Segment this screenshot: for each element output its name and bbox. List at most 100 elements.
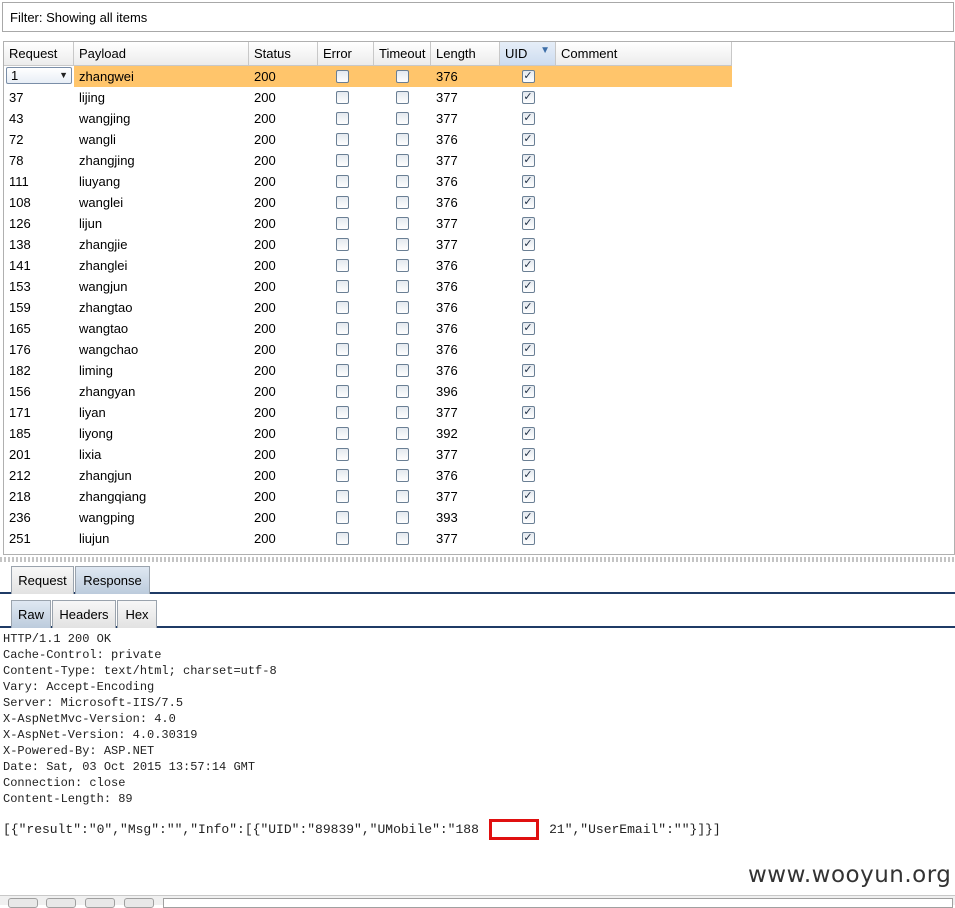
help-button[interactable] bbox=[8, 898, 38, 908]
table-row[interactable]: 141 zhanglei 200 376 ✓ bbox=[4, 255, 732, 276]
cell-request: 236 bbox=[9, 510, 31, 525]
next-button[interactable] bbox=[124, 898, 154, 908]
checkbox-unchecked bbox=[396, 154, 409, 167]
tab-response[interactable]: Response bbox=[75, 566, 150, 594]
cell-request: 165 bbox=[9, 321, 31, 336]
table-row[interactable]: 138 zhangjie 200 377 ✓ bbox=[4, 234, 732, 255]
checkmark-icon: ✓ bbox=[523, 238, 533, 250]
cell-error bbox=[318, 108, 374, 129]
cell-payload: zhangtao bbox=[79, 300, 133, 315]
checkbox-unchecked bbox=[335, 196, 349, 209]
table-row[interactable]: 156 zhangyan 200 396 ✓ bbox=[4, 381, 732, 402]
checkbox-checked: ✓ bbox=[521, 70, 535, 83]
table-row[interactable]: 201 lixia 200 377 ✓ bbox=[4, 444, 732, 465]
cell-comment bbox=[556, 381, 732, 402]
table-row[interactable]: 165 wangtao 200 376 ✓ bbox=[4, 318, 732, 339]
table-row[interactable]: 72 wangli 200 376 ✓ bbox=[4, 129, 732, 150]
table-row[interactable]: 185 liyong 200 392 ✓ bbox=[4, 423, 732, 444]
checkmark-icon: ✓ bbox=[523, 469, 533, 481]
split-pane-divider[interactable] bbox=[0, 557, 955, 562]
cell-status: 200 bbox=[254, 195, 276, 210]
cell-payload: liuyang bbox=[79, 174, 121, 189]
checkbox-unchecked bbox=[396, 112, 409, 125]
search-input[interactable] bbox=[163, 898, 953, 908]
checkbox-unchecked bbox=[335, 133, 349, 146]
cell-request: 126 bbox=[9, 216, 31, 231]
cell-error bbox=[318, 234, 374, 255]
cell-error bbox=[318, 381, 374, 402]
add-button[interactable] bbox=[85, 898, 115, 908]
table-row[interactable]: 212 zhangjun 200 376 ✓ bbox=[4, 465, 732, 486]
tab-headers[interactable]: Headers bbox=[52, 600, 116, 628]
request-editor-combo[interactable]: 1 ▼ bbox=[6, 67, 72, 84]
table-row[interactable]: 171 liyan 200 377 ✓ bbox=[4, 402, 732, 423]
prev-button[interactable] bbox=[46, 898, 76, 908]
table-row[interactable]: 111 liuyang 200 376 ✓ bbox=[4, 171, 732, 192]
cell-request: 138 bbox=[9, 237, 31, 252]
filter-bar[interactable]: Filter: Showing all items bbox=[2, 2, 954, 32]
cell-comment bbox=[556, 507, 732, 528]
cell-uid: ✓ bbox=[500, 150, 556, 171]
tab-request-label: Request bbox=[18, 573, 67, 588]
checkmark-icon: ✓ bbox=[523, 259, 533, 271]
cell-request: 37 bbox=[9, 90, 24, 105]
table-row[interactable]: 1 ▼ zhangwei 200 376 ✓ bbox=[4, 66, 732, 87]
table-row[interactable]: 176 wangchao 200 376 ✓ bbox=[4, 339, 732, 360]
cell-status: 200 bbox=[254, 510, 276, 525]
checkbox-unchecked bbox=[335, 280, 349, 293]
table-row[interactable]: 218 zhangqiang 200 377 ✓ bbox=[4, 486, 732, 507]
table-row[interactable]: 43 wangjing 200 377 ✓ bbox=[4, 108, 732, 129]
cell-uid: ✓ bbox=[500, 339, 556, 360]
cell-uid: ✓ bbox=[500, 234, 556, 255]
cell-request: 251 bbox=[9, 531, 31, 546]
checkbox-unchecked bbox=[335, 301, 349, 314]
cell-error bbox=[318, 66, 374, 87]
cell-comment bbox=[556, 297, 732, 318]
column-header-uid[interactable]: UID ▼ bbox=[500, 42, 556, 66]
checkmark-icon: ✓ bbox=[523, 154, 533, 166]
column-header-length[interactable]: Length bbox=[431, 42, 500, 66]
tab-raw[interactable]: Raw bbox=[11, 600, 51, 628]
cell-timeout bbox=[374, 66, 431, 87]
checkbox-unchecked bbox=[335, 322, 349, 335]
response-raw-view[interactable]: [{"result":"0","Msg":"","Info":[{"UID":"… bbox=[0, 630, 955, 895]
checkbox-checked: ✓ bbox=[521, 385, 535, 398]
checkbox-unchecked bbox=[396, 385, 409, 398]
tab-request[interactable]: Request bbox=[11, 566, 74, 594]
cell-status: 200 bbox=[254, 447, 276, 462]
filter-text: Filter: Showing all items bbox=[10, 10, 148, 25]
cell-request[interactable]: 1 ▼ bbox=[4, 66, 74, 87]
column-label: Error bbox=[323, 46, 352, 61]
cell-status: 200 bbox=[254, 216, 276, 231]
cell-status: 200 bbox=[254, 321, 276, 336]
checkbox-checked: ✓ bbox=[521, 196, 535, 209]
cell-comment bbox=[556, 339, 732, 360]
column-header-error[interactable]: Error bbox=[318, 42, 374, 66]
column-header-timeout[interactable]: Timeout bbox=[374, 42, 431, 66]
response-header-line: X-AspNet-Version: 4.0.30319 bbox=[3, 728, 198, 742]
cell-length: 376 bbox=[436, 69, 458, 84]
table-row[interactable]: 126 lijun 200 377 ✓ bbox=[4, 213, 732, 234]
column-header-status[interactable]: Status bbox=[249, 42, 318, 66]
table-row[interactable]: 78 zhangjing 200 377 ✓ bbox=[4, 150, 732, 171]
chevron-down-icon[interactable]: ▼ bbox=[59, 68, 68, 83]
table-row[interactable]: 153 wangjun 200 376 ✓ bbox=[4, 276, 732, 297]
cell-request: 159 bbox=[9, 300, 31, 315]
checkbox-unchecked bbox=[335, 70, 349, 83]
table-row[interactable]: 159 zhangtao 200 376 ✓ bbox=[4, 297, 732, 318]
table-row[interactable]: 182 liming 200 376 ✓ bbox=[4, 360, 732, 381]
table-row[interactable]: 37 lijing 200 377 ✓ bbox=[4, 87, 732, 108]
response-header-line: Date: Sat, 03 Oct 2015 13:57:14 GMT bbox=[3, 760, 256, 774]
checkbox-checked: ✓ bbox=[521, 406, 535, 419]
checkbox-checked: ✓ bbox=[521, 469, 535, 482]
cell-status: 200 bbox=[254, 69, 276, 84]
cell-request: 176 bbox=[9, 342, 31, 357]
tab-hex[interactable]: Hex bbox=[117, 600, 157, 628]
checkbox-checked: ✓ bbox=[521, 112, 535, 125]
table-row[interactable]: 236 wangping 200 393 ✓ bbox=[4, 507, 732, 528]
column-header-comment[interactable]: Comment bbox=[556, 42, 732, 66]
column-header-payload[interactable]: Payload bbox=[74, 42, 249, 66]
table-row[interactable]: 108 wanglei 200 376 ✓ bbox=[4, 192, 732, 213]
table-row[interactable]: 251 liujun 200 377 ✓ bbox=[4, 528, 732, 549]
column-header-request[interactable]: Request bbox=[4, 42, 74, 66]
